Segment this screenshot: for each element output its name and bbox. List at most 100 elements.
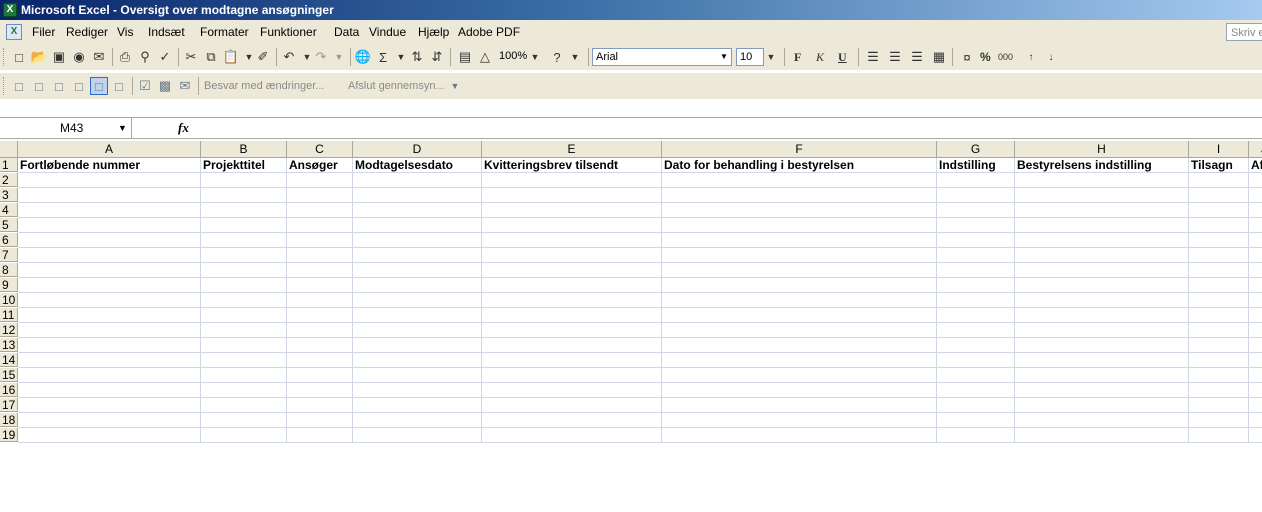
cell[interactable] (1249, 248, 1262, 263)
cell[interactable] (937, 308, 1015, 323)
menu-adobe-pdf[interactable]: Adobe PDF (458, 20, 520, 44)
zoom-dropdown-icon[interactable]: ▼ (526, 48, 544, 66)
excel-app-icon[interactable]: X (3, 3, 17, 17)
cell[interactable] (1189, 233, 1249, 248)
cell[interactable] (287, 308, 353, 323)
cell[interactable] (201, 413, 287, 428)
cell[interactable] (353, 188, 482, 203)
header-cell[interactable]: Bestyrelsens indstilling (1015, 158, 1189, 173)
row-header[interactable]: 10 (0, 293, 18, 307)
cell[interactable] (18, 323, 201, 338)
cell[interactable] (1015, 188, 1189, 203)
cell[interactable] (1189, 173, 1249, 188)
cell[interactable] (18, 413, 201, 428)
cell[interactable] (353, 233, 482, 248)
header-cell[interactable]: Ansøger (287, 158, 353, 173)
column-header-a[interactable]: A (18, 141, 201, 158)
cell[interactable] (353, 383, 482, 398)
row-header[interactable]: 19 (0, 428, 18, 442)
cell[interactable] (1015, 248, 1189, 263)
reply-with-changes-button[interactable]: Besvar med ændringer... (204, 77, 324, 95)
cell[interactable] (353, 353, 482, 368)
cell[interactable] (18, 308, 201, 323)
cell[interactable] (1189, 278, 1249, 293)
previous-comment-icon[interactable]: □ (30, 77, 48, 95)
cell[interactable] (287, 353, 353, 368)
cell[interactable] (662, 398, 937, 413)
cell[interactable] (1249, 368, 1262, 383)
row-header[interactable]: 6 (0, 233, 18, 247)
cell[interactable] (482, 248, 662, 263)
cell[interactable] (937, 398, 1015, 413)
row-header[interactable]: 7 (0, 248, 18, 262)
cell[interactable] (1015, 293, 1189, 308)
cell[interactable] (18, 398, 201, 413)
cell[interactable] (1249, 428, 1262, 443)
open-icon[interactable]: 📂 (30, 48, 48, 66)
chevron-down-icon[interactable]: ▼ (718, 50, 730, 64)
row-header[interactable]: 12 (0, 323, 18, 337)
cell[interactable] (1015, 398, 1189, 413)
help-search-box[interactable]: Skriv e (1226, 23, 1262, 41)
delete-comment-icon[interactable]: □ (110, 77, 128, 95)
cell[interactable] (201, 323, 287, 338)
cell[interactable] (18, 203, 201, 218)
cell[interactable] (201, 293, 287, 308)
cell[interactable] (937, 383, 1015, 398)
merge-center-icon[interactable]: ▦ (930, 48, 948, 66)
hyperlink-icon[interactable]: 🌐 (354, 48, 372, 66)
menu-funktioner[interactable]: Funktioner (260, 20, 317, 44)
font-name-select[interactable]: Arial ▼ (592, 48, 732, 66)
cell[interactable] (662, 188, 937, 203)
cell[interactable] (1249, 203, 1262, 218)
cell[interactable] (1189, 248, 1249, 263)
email-icon[interactable]: ✉ (90, 48, 108, 66)
cell[interactable] (662, 413, 937, 428)
column-header-j[interactable]: J (1249, 141, 1262, 158)
cell[interactable] (1015, 278, 1189, 293)
cell[interactable] (1189, 413, 1249, 428)
cell[interactable] (353, 413, 482, 428)
cell[interactable] (353, 398, 482, 413)
cell[interactable] (1189, 338, 1249, 353)
cell[interactable] (1015, 218, 1189, 233)
cell[interactable] (201, 233, 287, 248)
cell[interactable] (482, 188, 662, 203)
print-preview-icon[interactable]: ⚲ (136, 48, 154, 66)
cell[interactable] (1015, 353, 1189, 368)
cell[interactable] (482, 353, 662, 368)
menu-vindue[interactable]: Vindue (369, 20, 406, 44)
cell[interactable] (287, 383, 353, 398)
cell[interactable] (662, 218, 937, 233)
cell[interactable] (482, 233, 662, 248)
cell[interactable] (1249, 413, 1262, 428)
cell[interactable] (482, 173, 662, 188)
toolbar-grip[interactable] (3, 48, 7, 66)
cell[interactable] (18, 173, 201, 188)
cell[interactable] (1249, 218, 1262, 233)
spelling-icon[interactable]: ✓ (156, 48, 174, 66)
cell[interactable] (1189, 398, 1249, 413)
cell[interactable] (353, 263, 482, 278)
help-dropdown-icon[interactable]: ▼ (566, 48, 584, 66)
cell[interactable] (1189, 308, 1249, 323)
undo-icon[interactable]: ↶ (280, 48, 298, 66)
formula-input[interactable] (200, 118, 1262, 138)
cell[interactable] (201, 368, 287, 383)
header-cell[interactable]: Afslag (1249, 158, 1262, 173)
cell[interactable] (662, 203, 937, 218)
cell[interactable] (482, 308, 662, 323)
print-icon[interactable]: ⎙ (116, 48, 134, 66)
currency-icon[interactable]: ¤ (958, 48, 976, 66)
cell[interactable] (201, 428, 287, 443)
insert-function-icon[interactable]: fx (178, 118, 189, 138)
header-cell[interactable]: Modtagelsesdato (353, 158, 482, 173)
cell[interactable] (1015, 413, 1189, 428)
row-header[interactable]: 8 (0, 263, 18, 277)
cell[interactable] (1189, 293, 1249, 308)
toolbar-options-icon[interactable]: ▼ (446, 77, 464, 95)
cell[interactable] (937, 293, 1015, 308)
cell[interactable] (1249, 383, 1262, 398)
autosum-icon[interactable]: Σ (374, 48, 392, 66)
cell[interactable] (1015, 233, 1189, 248)
